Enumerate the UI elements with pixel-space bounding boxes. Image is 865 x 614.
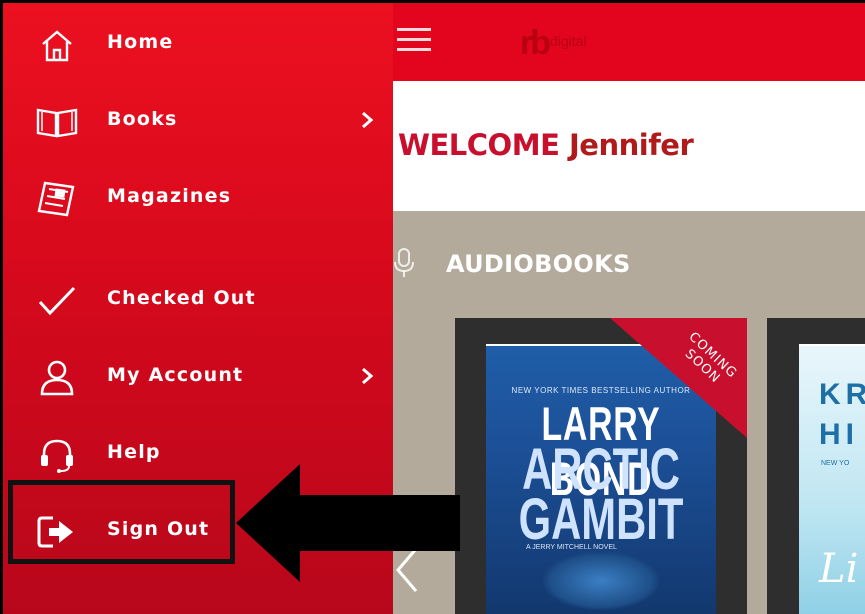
magazine-icon (37, 181, 75, 217)
home-icon (42, 30, 72, 62)
cover-author-partial: HI (819, 418, 859, 451)
top-bar (393, 3, 865, 81)
menu-label: Checked Out (107, 287, 256, 309)
annotation-arrow-icon (236, 464, 460, 582)
chevron-right-icon (362, 111, 374, 129)
menu-item-checked-out[interactable]: Checked Out (3, 271, 393, 331)
section-title: AUDIOBOOKS (446, 250, 631, 278)
checkmark-icon (38, 286, 76, 316)
cover-subtitle: A JERRY MITCHELL NOVEL (526, 544, 617, 551)
hamburger-menu-icon[interactable] (397, 26, 431, 54)
menu-item-home[interactable]: Home (3, 15, 393, 75)
cover-art (541, 551, 661, 611)
cover-author-partial: KR (819, 378, 865, 411)
menu-item-books[interactable]: Books (3, 92, 393, 152)
book-icon (36, 108, 78, 138)
menu-label: Home (107, 31, 174, 53)
logo-text: digital (550, 33, 587, 49)
user-icon (40, 360, 74, 396)
menu-label: Books (107, 108, 178, 130)
cover-top-line: NEW YO (821, 460, 850, 467)
menu-label: Magazines (107, 185, 232, 207)
menu-item-my-account[interactable]: My Account (3, 348, 393, 408)
menu-label: My Account (107, 364, 244, 386)
cover-title-partial: Li (819, 546, 859, 592)
rbdigital-logo[interactable]: rb digital (520, 24, 587, 63)
menu-label: Help (107, 441, 161, 463)
welcome-prefix: WELCOME (398, 128, 560, 162)
book-cover[interactable]: KR HI NEW YO Li (799, 344, 865, 614)
annotation-highlight-box (8, 480, 235, 564)
coming-soon-ribbon: COMING SOON (610, 318, 747, 438)
logo-mark: rb (520, 24, 551, 62)
welcome-name: Jennifer (569, 128, 694, 162)
welcome-heading: WELCOME Jennifer (398, 128, 694, 162)
chevron-right-icon (362, 367, 374, 385)
cover-title-line2: GAMBIT (518, 487, 684, 552)
microphone-icon (394, 248, 414, 277)
headset-icon (41, 439, 73, 473)
menu-item-magazines[interactable]: Magazines (3, 169, 393, 229)
